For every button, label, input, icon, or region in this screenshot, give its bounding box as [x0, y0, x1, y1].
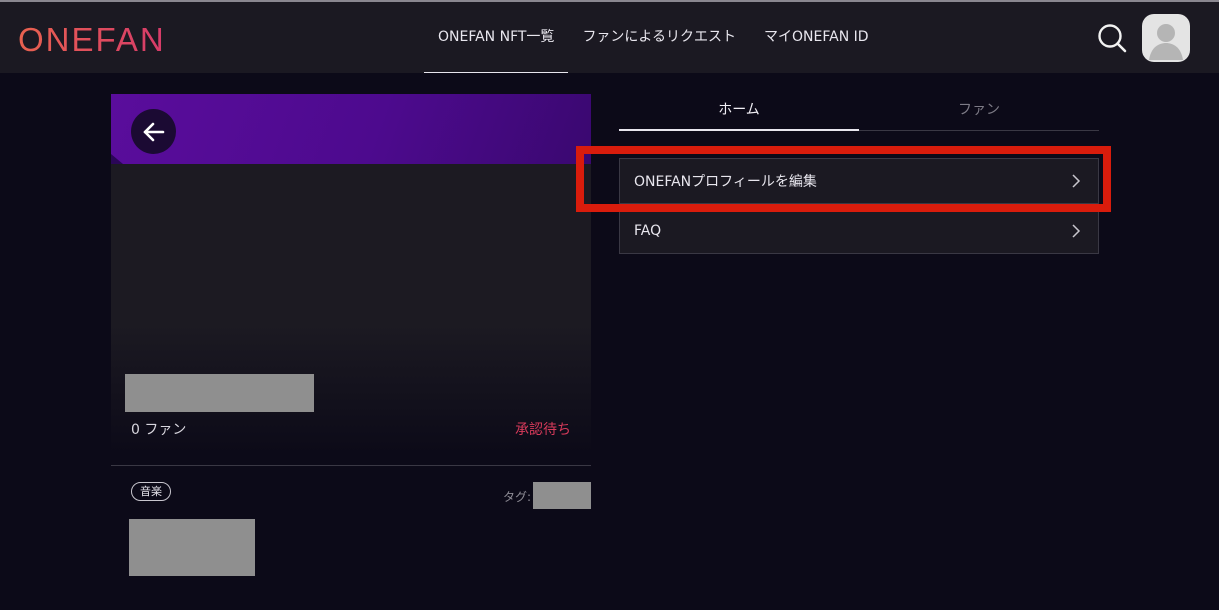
profile-name-redacted	[125, 374, 314, 412]
edit-profile-menu-item[interactable]: ONEFANプロフィールを編集	[619, 158, 1099, 204]
tab-fans[interactable]: ファン	[859, 96, 1099, 130]
onefan-logo[interactable]: ONEFAN	[18, 22, 166, 58]
nav-my-onefan-id[interactable]: マイONEFAN ID	[750, 2, 883, 73]
user-avatar-icon[interactable]	[1142, 14, 1190, 62]
menu-item-label: FAQ	[634, 223, 662, 239]
profile-menu: ONEFANプロフィールを編集 FAQ	[619, 158, 1099, 258]
profile-media-redacted	[129, 519, 255, 576]
menu-item-label: ONEFANプロフィールを編集	[634, 174, 817, 190]
chevron-right-icon	[1072, 224, 1081, 238]
profile-divider	[111, 465, 591, 466]
tag-label: タグ:	[503, 490, 532, 504]
tag-value-redacted	[533, 482, 591, 509]
nav-fan-requests[interactable]: ファンによるリクエスト	[568, 2, 750, 73]
profile-banner	[111, 94, 591, 164]
tab-home[interactable]: ホーム	[619, 96, 859, 131]
approval-status: 承認待ち	[515, 422, 571, 438]
genre-chip: 音楽	[131, 482, 171, 501]
search-icon[interactable]	[1096, 22, 1128, 54]
main-nav: ONEFAN NFT一覧 ファンによるリクエスト マイONEFAN ID	[424, 2, 883, 73]
top-header: ONEFAN ONEFAN NFT一覧 ファンによるリクエスト マイONEFAN…	[0, 2, 1219, 73]
faq-menu-item[interactable]: FAQ	[619, 208, 1099, 254]
fan-count: 0 ファン	[131, 422, 187, 438]
nav-onefan-nft-list[interactable]: ONEFAN NFT一覧	[424, 2, 569, 73]
profile-tabs: ホーム ファン	[619, 96, 1099, 131]
arrow-left-icon	[143, 122, 164, 141]
back-button[interactable]	[131, 109, 176, 154]
chevron-right-icon	[1072, 174, 1081, 188]
